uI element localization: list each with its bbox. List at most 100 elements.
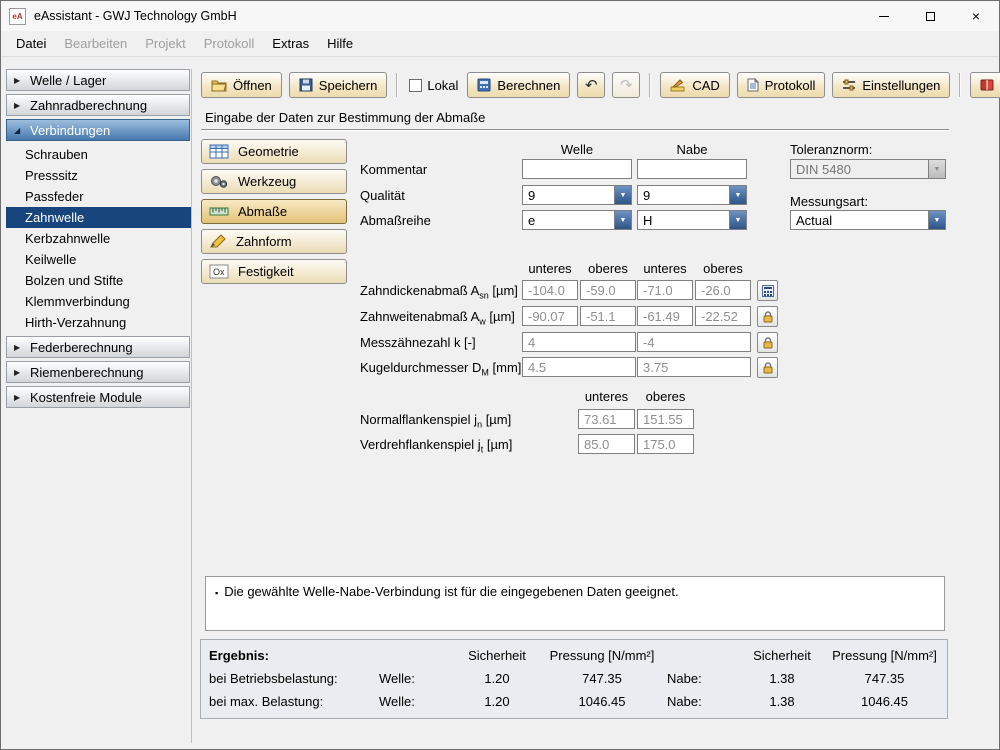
sidebar-item-schrauben[interactable]: Schrauben [6, 144, 191, 165]
cad-button-label: CAD [692, 77, 720, 93]
toleranznorm-value: DIN 5480 [796, 162, 851, 177]
menu-datei[interactable]: Datei [7, 33, 55, 54]
local-checkbox[interactable] [409, 78, 423, 92]
toolbar-separator [649, 73, 652, 97]
festigkeit-button[interactable]: Ox Festigkeit [201, 259, 347, 284]
results-col-pressung: Pressung [N/mm²] [832, 648, 937, 663]
undo-button[interactable]: ↶ [577, 72, 606, 98]
calculate-button-label: Berechnen [497, 77, 561, 93]
settings-button-label: Einstellungen [862, 77, 941, 93]
dropdown-arrow-icon[interactable]: ▼ [928, 211, 945, 229]
results-nabe-pressung: 747.35 [864, 671, 905, 686]
table-grid-icon [209, 144, 229, 159]
zahndicken-calc-button[interactable] [757, 280, 778, 301]
sidebar-section-label: Federberechnung [30, 339, 133, 355]
toolbar-separator [959, 73, 962, 97]
help-book-icon [980, 79, 994, 91]
zahnform-button[interactable]: Zahnform [201, 229, 347, 254]
kugeldurchmesser-nabe-field: 3.75 [637, 357, 751, 377]
sidebar-item-presssitz[interactable]: Presssitz [6, 165, 191, 186]
zahnweiten-lock-button[interactable] [757, 306, 778, 327]
minimize-icon [879, 15, 889, 17]
sidebar-section-label: Riemenberechnung [30, 364, 144, 380]
normalflankenspiel-unteres-field: 73.61 [578, 409, 635, 429]
sidebar-section-label: Kostenfreie Module [30, 389, 143, 405]
chevron-expanded-icon: ◢ [14, 125, 21, 135]
messzaehnezahl-welle-field: 4 [522, 332, 636, 352]
protocol-button[interactable]: Protokoll [736, 72, 826, 98]
settings-button[interactable]: Einstellungen [832, 72, 951, 98]
sidebar-section-label: Verbindungen [30, 122, 111, 138]
spiel-subheader-unteres: unteres [584, 389, 629, 404]
zahnweiten-nabe-unteres-field: -61.49 [637, 306, 693, 326]
sidebar-item-keilwelle[interactable]: Keilwelle [6, 249, 191, 270]
svg-text:Ox: Ox [213, 267, 225, 277]
cad-button[interactable]: CAD [660, 72, 730, 98]
sidebar-section-label: Zahnradberechnung [30, 97, 148, 113]
local-checkbox-label: Lokal [427, 77, 459, 93]
kommentar-welle-input[interactable] [522, 159, 632, 179]
section-title: Eingabe der Daten zur Bestimmung der Abm… [205, 110, 486, 125]
open-button[interactable]: Öffnen [201, 72, 282, 98]
menu-protokoll: Protokoll [203, 36, 255, 51]
sidebar-section-zahnradberechnung[interactable]: ▶ Zahnradberechnung [6, 94, 190, 116]
close-icon: × [971, 8, 981, 24]
abmasse-button[interactable]: Abmaße [201, 199, 347, 224]
sidebar-section-kostenfreie-module[interactable]: ▶ Kostenfreie Module [6, 386, 190, 408]
results-nabe-sicherheit: 1.38 [769, 694, 795, 709]
sidebar-item-passfeder[interactable]: Passfeder [6, 186, 191, 207]
qualitaet-welle-select[interactable]: 9 ▼ [522, 185, 632, 205]
dropdown-arrow-icon[interactable]: ▼ [729, 186, 746, 204]
subheader-oberes: oberes [588, 261, 628, 276]
geometrie-button[interactable]: Geometrie [201, 139, 347, 164]
sidebar-section-riemenberechnung[interactable]: ▶ Riemenberechnung [6, 361, 190, 383]
measurement-icon [209, 207, 229, 216]
results-row-label: bei max. Belastung: [209, 694, 324, 709]
sidebar-item-zahnwelle[interactable]: Zahnwelle [6, 207, 191, 228]
chevron-right-icon: ▶ [14, 100, 21, 110]
werkzeug-button[interactable]: Werkzeug [201, 169, 347, 194]
results-row-max-belastung: bei max. Belastung: Welle: 1.20 1046.45 … [201, 690, 947, 713]
results-nabe-sicherheit: 1.38 [769, 671, 795, 686]
abmassreihe-nabe-value: H [643, 213, 653, 228]
zahnform-button-label: Zahnform [236, 234, 292, 249]
save-disk-icon [299, 78, 313, 92]
menu-extras[interactable]: Extras [263, 33, 318, 54]
results-col-sicherheit: Sicherheit [753, 648, 811, 663]
qualitaet-nabe-select[interactable]: 9 ▼ [637, 185, 747, 205]
menubar: Datei Bearbeiten Projekt Protokoll Extra… [1, 31, 999, 57]
maximize-button[interactable] [907, 1, 953, 31]
qualitaet-nabe-value: 9 [643, 188, 651, 203]
dropdown-arrow-icon[interactable]: ▼ [614, 186, 631, 204]
kommentar-nabe-input[interactable] [637, 159, 747, 179]
messzaehnezahl-lock-button[interactable] [757, 332, 778, 353]
sidebar-section-verbindungen[interactable]: ◢ Verbindungen [6, 119, 190, 141]
messungsart-select[interactable]: Actual ▼ [790, 210, 946, 230]
results-nabe-pressung: 1046.45 [861, 694, 908, 709]
sidebar-section-federberechnung[interactable]: ▶ Federberechnung [6, 336, 190, 358]
sidebar-section-welle-lager[interactable]: ▶ Welle / Lager [6, 69, 190, 91]
pencil-icon [210, 234, 226, 248]
calculate-button[interactable]: Berechnen [467, 72, 571, 98]
sidebar-item-kerbzahnwelle[interactable]: Kerbzahnwelle [6, 228, 191, 249]
results-welle-label: Welle: [379, 671, 415, 686]
dropdown-arrow-icon[interactable]: ▼ [614, 211, 631, 229]
sidebar-item-klemmverbindung[interactable]: Klemmverbindung [6, 291, 191, 312]
close-button[interactable]: × [953, 1, 999, 31]
results-welle-label: Welle: [379, 694, 415, 709]
abmassreihe-welle-select[interactable]: e ▼ [522, 210, 632, 230]
titlebar: eA eAssistant - GWJ Technology GmbH × [1, 1, 999, 31]
app-window: eA eAssistant - GWJ Technology GmbH × Da… [0, 0, 1000, 750]
menu-hilfe[interactable]: Hilfe [318, 33, 362, 54]
toolbar: Öffnen Speichern Lokal Berechnen ↶ ↷ CAD [201, 71, 1000, 99]
sidebar-item-bolzen-und-stifte[interactable]: Bolzen und Stifte [6, 270, 191, 291]
abmassreihe-nabe-select[interactable]: H ▼ [637, 210, 747, 230]
messzaehnezahl-nabe-field: -4 [637, 332, 751, 352]
kugeldurchmesser-lock-button[interactable] [757, 357, 778, 378]
help-button[interactable]: Hilfe [970, 72, 1000, 98]
sidebar-item-hirth-verzahnung[interactable]: Hirth-Verzahnung [6, 312, 191, 333]
zahnweitenabmass-label: Zahnweitenabmaß Aw [µm] [360, 309, 515, 327]
minimize-button[interactable] [861, 1, 907, 31]
save-button[interactable]: Speichern [288, 72, 388, 98]
dropdown-arrow-icon[interactable]: ▼ [729, 211, 746, 229]
